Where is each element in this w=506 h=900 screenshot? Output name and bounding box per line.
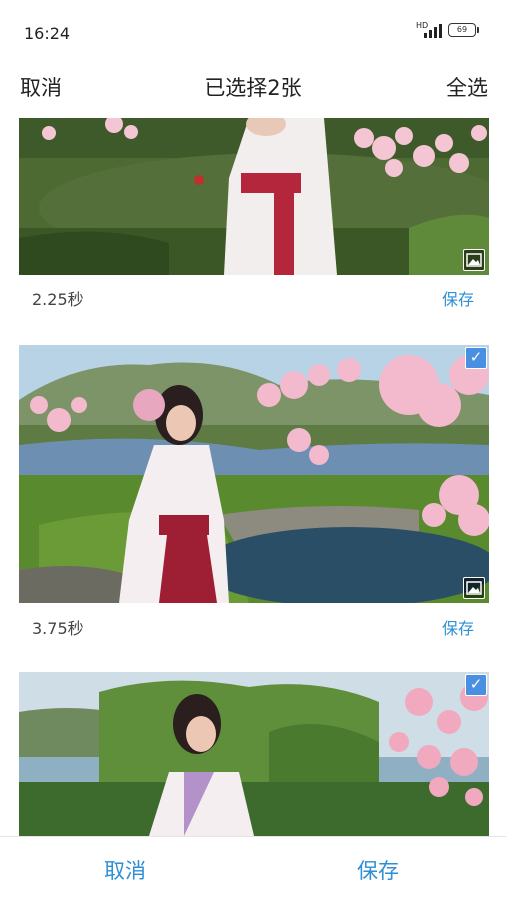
- item-meta: 2.25秒 保存: [0, 286, 506, 314]
- image-list[interactable]: 2.25秒 保存 ✓ 3.75秒 保存 ✓: [0, 118, 506, 836]
- bottom-action-bar: 取消 保存: [0, 836, 506, 900]
- bottom-cancel-button[interactable]: 取消: [104, 855, 146, 885]
- page-title: 已选择2张: [204, 76, 302, 100]
- save-link[interactable]: 保存: [442, 286, 474, 310]
- top-bar: 取消 已选择2张 全选: [0, 60, 506, 116]
- image-icon: [463, 249, 485, 271]
- duration-label: 3.75秒: [32, 619, 84, 638]
- thumbnail-3[interactable]: ✓: [19, 672, 489, 836]
- check-icon: ✓: [469, 675, 483, 693]
- image-icon: [463, 577, 485, 599]
- selected-checkbox[interactable]: ✓: [465, 674, 487, 696]
- check-icon: ✓: [469, 348, 483, 366]
- select-all-button[interactable]: 全选: [446, 72, 488, 102]
- thumbnail-1[interactable]: [19, 118, 489, 275]
- thumbnail-2[interactable]: ✓: [19, 345, 489, 603]
- status-icons: HD 69: [416, 22, 479, 38]
- selected-checkbox[interactable]: ✓: [465, 347, 487, 369]
- bottom-save-button[interactable]: 保存: [357, 855, 399, 885]
- save-link[interactable]: 保存: [442, 615, 474, 639]
- item-meta: 3.75秒 保存: [0, 615, 506, 643]
- battery-icon: 69: [448, 23, 479, 37]
- signal-icon: HD: [416, 22, 442, 38]
- status-bar: 16:24 HD 69: [0, 0, 506, 60]
- duration-label: 2.25秒: [32, 290, 84, 309]
- status-time: 16:24: [24, 24, 71, 43]
